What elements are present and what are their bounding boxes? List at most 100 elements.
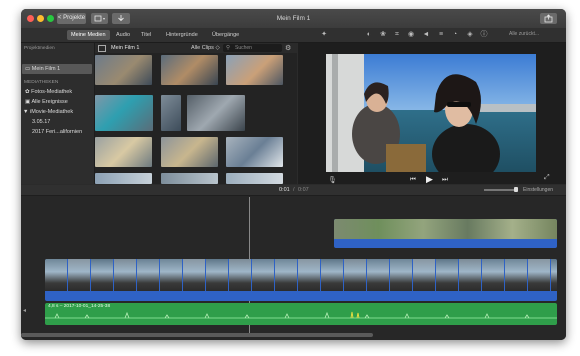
media-thumbnail[interactable] bbox=[187, 95, 245, 131]
sidebar-item-label: Fotos-Mediathek bbox=[31, 89, 73, 95]
media-browser: Mein Film 1 Alle Clips ◇ ⚲ Suchen ⚙ bbox=[95, 43, 297, 184]
video-track-clip[interactable] bbox=[45, 259, 557, 301]
sidebar-toggle-icon[interactable] bbox=[98, 45, 106, 52]
sidebar-item-project[interactable]: ▭ Mein Film 1 bbox=[25, 66, 60, 72]
video-viewer: 🎙 ⏮ ▶ ⏭ ⤢ bbox=[298, 43, 566, 184]
film-icon: ▭ bbox=[25, 66, 31, 72]
back-to-projects-button[interactable]: < Projekte bbox=[57, 13, 86, 24]
video-clip-frame bbox=[252, 259, 274, 291]
browser-title: Mein Film 1 bbox=[111, 45, 140, 51]
sidebar-item-label: Alle Ereignisse bbox=[31, 99, 68, 105]
media-thumbnail[interactable] bbox=[226, 137, 283, 167]
video-clip-frame bbox=[413, 259, 435, 291]
video-frame-image bbox=[326, 54, 536, 172]
media-thumbnail[interactable] bbox=[226, 55, 283, 85]
fullscreen-icon[interactable]: ⤢ bbox=[544, 174, 550, 182]
tab-hintergruende[interactable]: Hintergründe bbox=[162, 30, 202, 40]
video-clip-frame bbox=[114, 259, 136, 291]
cutaway-clip[interactable] bbox=[334, 219, 557, 248]
media-thumbnail[interactable] bbox=[95, 137, 152, 167]
skip-back-icon[interactable]: ⏮ bbox=[410, 176, 416, 184]
tab-titel[interactable]: Titel bbox=[137, 30, 155, 40]
search-icon: ⚲ bbox=[226, 45, 231, 51]
libraries-header: MEDIATHEKEN bbox=[24, 80, 59, 85]
share-button[interactable] bbox=[540, 13, 557, 24]
play-icon[interactable]: ▶ bbox=[426, 174, 433, 185]
video-clip-frame bbox=[367, 259, 389, 291]
video-clip-frame bbox=[45, 259, 67, 291]
timeline: 0:01 / 0:07 Einstellungen 4,8 s – 2017-1… bbox=[21, 185, 566, 340]
magic-wand-icon[interactable]: ✦ bbox=[318, 29, 330, 41]
project-media-header: Projektmedien bbox=[24, 46, 55, 51]
cutaway-clip-thumbnails bbox=[334, 219, 557, 239]
timeline-ruler: 0:01 / 0:07 Einstellungen bbox=[21, 185, 566, 196]
info-icon[interactable]: ⓘ bbox=[478, 29, 490, 41]
search-input[interactable]: ⚲ Suchen bbox=[223, 44, 282, 52]
media-thumbnail[interactable] bbox=[226, 173, 283, 184]
noise-reduction-icon[interactable]: ◈ bbox=[464, 29, 476, 41]
media-tabs-bar: Meine Medien Audio Titel Hintergründe Üb… bbox=[21, 28, 566, 43]
zoom-slider[interactable] bbox=[484, 189, 517, 191]
media-thumbnail[interactable] bbox=[95, 55, 152, 85]
gear-icon[interactable]: ⚙ bbox=[285, 44, 291, 52]
timecode-current: 0:01 bbox=[279, 187, 290, 193]
crop-icon[interactable]: ⌗ bbox=[391, 29, 403, 41]
video-clip-frame bbox=[459, 259, 481, 291]
color-balance-icon[interactable]: ◐ bbox=[363, 29, 375, 41]
audio-waveform bbox=[45, 311, 557, 319]
clip-filter-select[interactable]: Alle Clips ◇ bbox=[191, 45, 220, 51]
color-correction-icon[interactable]: ❀ bbox=[377, 29, 389, 41]
media-thumbnail[interactable] bbox=[161, 137, 218, 167]
reset-all-button[interactable]: Alle zurückt... bbox=[509, 31, 539, 37]
video-clip-frame bbox=[482, 259, 504, 291]
volume-icon[interactable]: ◄ bbox=[420, 29, 432, 41]
stabilization-icon[interactable]: ◉ bbox=[405, 29, 417, 41]
video-clip-frame bbox=[436, 259, 458, 291]
download-arrow-icon bbox=[118, 15, 124, 22]
video-clip-frame bbox=[68, 259, 90, 291]
browser-header: Mein Film 1 Alle Clips ◇ ⚲ Suchen ⚙ bbox=[95, 43, 297, 53]
timecode-total: 0:07 bbox=[298, 187, 309, 193]
video-clip-frame bbox=[298, 259, 320, 291]
timecode-separator: / bbox=[293, 187, 295, 193]
sidebar-item-all-events[interactable]: ▣ Alle Ereignisse bbox=[25, 99, 68, 105]
media-thumbnail[interactable] bbox=[161, 173, 218, 184]
imovie-window: Mein Film 1 < Projekte Meine Medien Audi… bbox=[21, 9, 566, 340]
video-clip-frame bbox=[344, 259, 366, 291]
speed-icon[interactable]: ◔ bbox=[449, 29, 461, 41]
video-clip-frame bbox=[505, 259, 527, 291]
sidebar-item-event-1[interactable]: 3.05.17 bbox=[32, 119, 50, 125]
media-thumbnail[interactable] bbox=[95, 173, 152, 184]
tab-uebergaenge[interactable]: Übergänge bbox=[208, 30, 243, 40]
tab-audio[interactable]: Audio bbox=[112, 30, 134, 40]
share-icon bbox=[544, 14, 553, 23]
import-button[interactable] bbox=[112, 13, 130, 24]
zoom-window-button[interactable] bbox=[47, 15, 54, 22]
video-clip-frame bbox=[528, 259, 550, 291]
timeline-settings-button[interactable]: Einstellungen bbox=[523, 187, 553, 193]
video-clip-frame bbox=[183, 259, 205, 291]
microphone-icon[interactable]: 🎙 bbox=[328, 176, 337, 184]
sidebar-item-imovie-library[interactable]: ▼ iMovie-Mediathek bbox=[23, 109, 73, 115]
audio-track-clip[interactable]: 4,8 s – 2017-10-01_14-25-38 bbox=[45, 303, 557, 325]
skip-forward-icon[interactable]: ⏭ bbox=[442, 176, 448, 184]
media-thumbnail[interactable] bbox=[161, 55, 218, 85]
video-clip-frame bbox=[206, 259, 228, 291]
library-sidebar: Projektmedien ▭ Mein Film 1 MEDIATHEKEN … bbox=[21, 43, 95, 184]
tab-meine-medien[interactable]: Meine Medien bbox=[67, 30, 110, 40]
sidebar-item-event-2[interactable]: 2017 Feri...alifornien bbox=[32, 129, 82, 135]
zoom-slider-knob[interactable] bbox=[514, 187, 518, 192]
video-clip-frame bbox=[91, 259, 113, 291]
minimize-window-button[interactable] bbox=[37, 15, 44, 22]
media-thumbnail[interactable] bbox=[161, 95, 181, 131]
close-window-button[interactable] bbox=[27, 15, 34, 22]
media-thumbnail[interactable] bbox=[95, 95, 153, 131]
equalizer-icon[interactable]: ≡ bbox=[435, 29, 447, 41]
sidebar-item-photos-library[interactable]: ✿ Fotos-Mediathek bbox=[25, 89, 72, 95]
media-import-menu-button[interactable] bbox=[91, 13, 108, 24]
video-clip-frame bbox=[551, 259, 557, 291]
video-frame[interactable] bbox=[326, 54, 536, 172]
events-icon: ▣ bbox=[25, 99, 31, 105]
timeline-scrollbar[interactable] bbox=[21, 333, 373, 337]
video-clip-frame bbox=[321, 259, 343, 291]
